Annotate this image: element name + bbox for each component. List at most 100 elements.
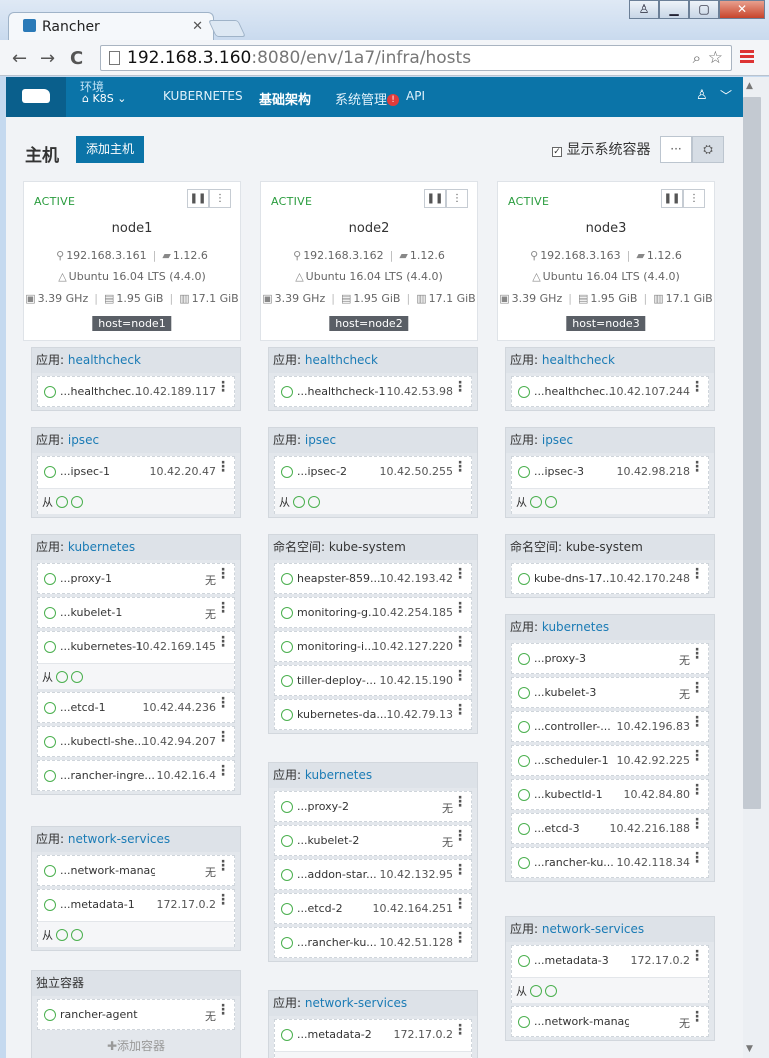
container-menu-icon[interactable]: ⋮: [453, 829, 467, 843]
container-menu-icon[interactable]: ⋮: [690, 783, 704, 797]
container-menu-icon[interactable]: ⋮: [216, 859, 230, 873]
container-name[interactable]: ...proxy-2: [297, 800, 392, 813]
container-name[interactable]: ...rancher-ku...: [297, 936, 392, 949]
rancher-logo-icon[interactable]: [6, 77, 66, 117]
container-name[interactable]: heapster-859...: [297, 572, 392, 585]
container-menu-icon[interactable]: ⋮: [453, 567, 467, 581]
container-name[interactable]: ...metadata-3: [534, 954, 629, 967]
container-name[interactable]: ...kubectl-she...: [60, 735, 155, 748]
container-name[interactable]: ...metadata-1: [60, 898, 155, 911]
list-view-button[interactable]: ···: [660, 136, 692, 163]
minimize-icon[interactable]: ▁: [659, 0, 689, 19]
nav-admin[interactable]: 系统管理!: [335, 89, 400, 108]
container-row[interactable]: ...kubernetes-1 10.42.169.145 ⋮ 从: [37, 631, 235, 689]
maximize-icon[interactable]: ▢: [689, 0, 719, 19]
container-menu-icon[interactable]: ⋮: [690, 851, 704, 865]
container-name[interactable]: ...kubelet-1: [60, 606, 155, 619]
container-name[interactable]: kubernetes-da...: [297, 708, 392, 721]
container-name[interactable]: ...kubelet-2: [297, 834, 392, 847]
container-menu-icon[interactable]: ⋮: [453, 635, 467, 649]
grid-view-button[interactable]: ⛭: [692, 136, 724, 163]
container-name[interactable]: ...ipsec-1: [60, 465, 155, 478]
pause-icon[interactable]: ❚❚: [661, 189, 683, 208]
container-name[interactable]: ...scheduler-1: [534, 754, 629, 767]
container-row[interactable]: kubernetes-da... 10.42.79.13 ⋮: [274, 699, 472, 730]
container-menu-icon[interactable]: ⋮: [690, 1010, 704, 1024]
back-arrow-icon[interactable]: ←: [12, 48, 27, 69]
container-name[interactable]: ...etcd-1: [60, 701, 155, 714]
container-row[interactable]: ...ipsec-1 10.42.20.47 ⋮ 从: [37, 456, 235, 514]
scroll-up-icon[interactable]: ▲: [746, 81, 753, 91]
container-menu-icon[interactable]: ⋮: [690, 647, 704, 661]
stack-link[interactable]: network-services: [305, 996, 407, 1010]
container-menu-icon[interactable]: ⋮: [453, 931, 467, 945]
container-row[interactable]: ...etcd-1 10.42.44.236 ⋮: [37, 692, 235, 723]
host-menu-icon[interactable]: ⋮: [209, 189, 231, 208]
container-row[interactable]: ...addon-star... 10.42.132.95 ⋮: [274, 859, 472, 890]
nav-kubernetes[interactable]: KUBERNETES: [163, 89, 243, 103]
container-name[interactable]: ...controller-...: [534, 720, 629, 733]
container-name[interactable]: ...ipsec-2: [297, 465, 392, 478]
container-menu-icon[interactable]: ⋮: [453, 897, 467, 911]
container-menu-icon[interactable]: ⋮: [690, 567, 704, 581]
container-row[interactable]: kube-dns-17... 10.42.170.248 ⋮: [511, 563, 709, 594]
container-menu-icon[interactable]: ⋮: [453, 703, 467, 717]
scrollbar-thumb[interactable]: [743, 97, 761, 809]
pause-icon[interactable]: ❚❚: [187, 189, 209, 208]
user-profile-icon[interactable]: ♙: [629, 0, 659, 19]
stack-link[interactable]: healthcheck: [68, 353, 141, 367]
container-menu-icon[interactable]: ⋮: [690, 460, 704, 474]
container-row[interactable]: ...kubelet-3 无 ⋮: [511, 677, 709, 708]
container-row[interactable]: heapster-859... 10.42.193.42 ⋮: [274, 563, 472, 594]
container-row[interactable]: ...rancher-ingre... 10.42.16.4 ⋮: [37, 760, 235, 791]
container-row[interactable]: ...metadata-3 172.17.0.2 ⋮ 从: [511, 945, 709, 1003]
container-name[interactable]: ...network-manager-1: [60, 864, 155, 877]
window-close-icon[interactable]: ✕: [719, 0, 765, 19]
show-system-checkbox[interactable]: ✓ 显示系统容器: [552, 139, 650, 159]
container-menu-icon[interactable]: ⋮: [216, 601, 230, 615]
container-name[interactable]: ...kubelet-3: [534, 686, 629, 699]
stack-link[interactable]: ipsec: [68, 433, 99, 447]
container-menu-icon[interactable]: ⋮: [216, 460, 230, 474]
stack-link[interactable]: healthcheck: [305, 353, 378, 367]
container-row[interactable]: ...etcd-3 10.42.216.188 ⋮: [511, 813, 709, 844]
container-menu-icon[interactable]: ⋮: [453, 1023, 467, 1037]
container-menu-icon[interactable]: ⋮: [216, 893, 230, 907]
container-row[interactable]: ...healthchec... 10.42.189.117 ⋮: [37, 376, 235, 407]
container-name[interactable]: ...network-manager-3: [534, 1015, 629, 1028]
container-menu-icon[interactable]: ⋮: [690, 949, 704, 963]
container-row[interactable]: rancher-agent 无 ⋮: [37, 999, 235, 1030]
container-menu-icon[interactable]: ⋮: [453, 863, 467, 877]
address-bar[interactable]: 192.168.3.160:8080/env/1a7/infra/hosts ⌕…: [100, 45, 732, 71]
checkbox-icon[interactable]: ✓: [552, 147, 562, 157]
forward-arrow-icon[interactable]: →: [40, 48, 55, 69]
pause-icon[interactable]: ❚❚: [424, 189, 446, 208]
container-row[interactable]: ...kubectl-she... 10.42.94.207 ⋮: [37, 726, 235, 757]
container-menu-icon[interactable]: ⋮: [216, 380, 230, 394]
env-switcher[interactable]: ⌂ K8S ⌄: [82, 92, 126, 105]
container-row[interactable]: ...proxy-2 无 ⋮: [274, 791, 472, 822]
user-menu-chevron-icon[interactable]: ﹀: [720, 87, 732, 104]
container-row[interactable]: ...ipsec-3 10.42.98.218 ⋮ 从: [511, 456, 709, 514]
container-row[interactable]: tiller-deploy-... 10.42.15.190 ⋮: [274, 665, 472, 696]
container-name[interactable]: ...kubectld-1: [534, 788, 629, 801]
container-menu-icon[interactable]: ⋮: [690, 817, 704, 831]
container-row[interactable]: ...scheduler-1 10.42.92.225 ⋮: [511, 745, 709, 776]
container-name[interactable]: ...addon-star...: [297, 868, 392, 881]
container-menu-icon[interactable]: ⋮: [216, 696, 230, 710]
reload-icon[interactable]: C: [70, 48, 83, 69]
container-row[interactable]: ...ipsec-2 10.42.50.255 ⋮ 从: [274, 456, 472, 514]
container-name[interactable]: ...rancher-ingre...: [60, 769, 155, 782]
stack-link[interactable]: network-services: [542, 922, 644, 936]
container-name[interactable]: ...proxy-3: [534, 652, 629, 665]
container-menu-icon[interactable]: ⋮: [216, 567, 230, 581]
container-row[interactable]: monitoring-i... 10.42.127.220 ⋮: [274, 631, 472, 662]
container-row[interactable]: ...proxy-3 无 ⋮: [511, 643, 709, 674]
stack-link[interactable]: network-services: [68, 832, 170, 846]
container-menu-icon[interactable]: ⋮: [216, 730, 230, 744]
container-menu-icon[interactable]: ⋮: [690, 380, 704, 394]
scroll-down-icon[interactable]: ▼: [746, 1044, 753, 1054]
container-menu-icon[interactable]: ⋮: [690, 681, 704, 695]
container-row[interactable]: ...controller-... 10.42.196.83 ⋮: [511, 711, 709, 742]
zoom-icon[interactable]: ⌕: [693, 46, 701, 70]
